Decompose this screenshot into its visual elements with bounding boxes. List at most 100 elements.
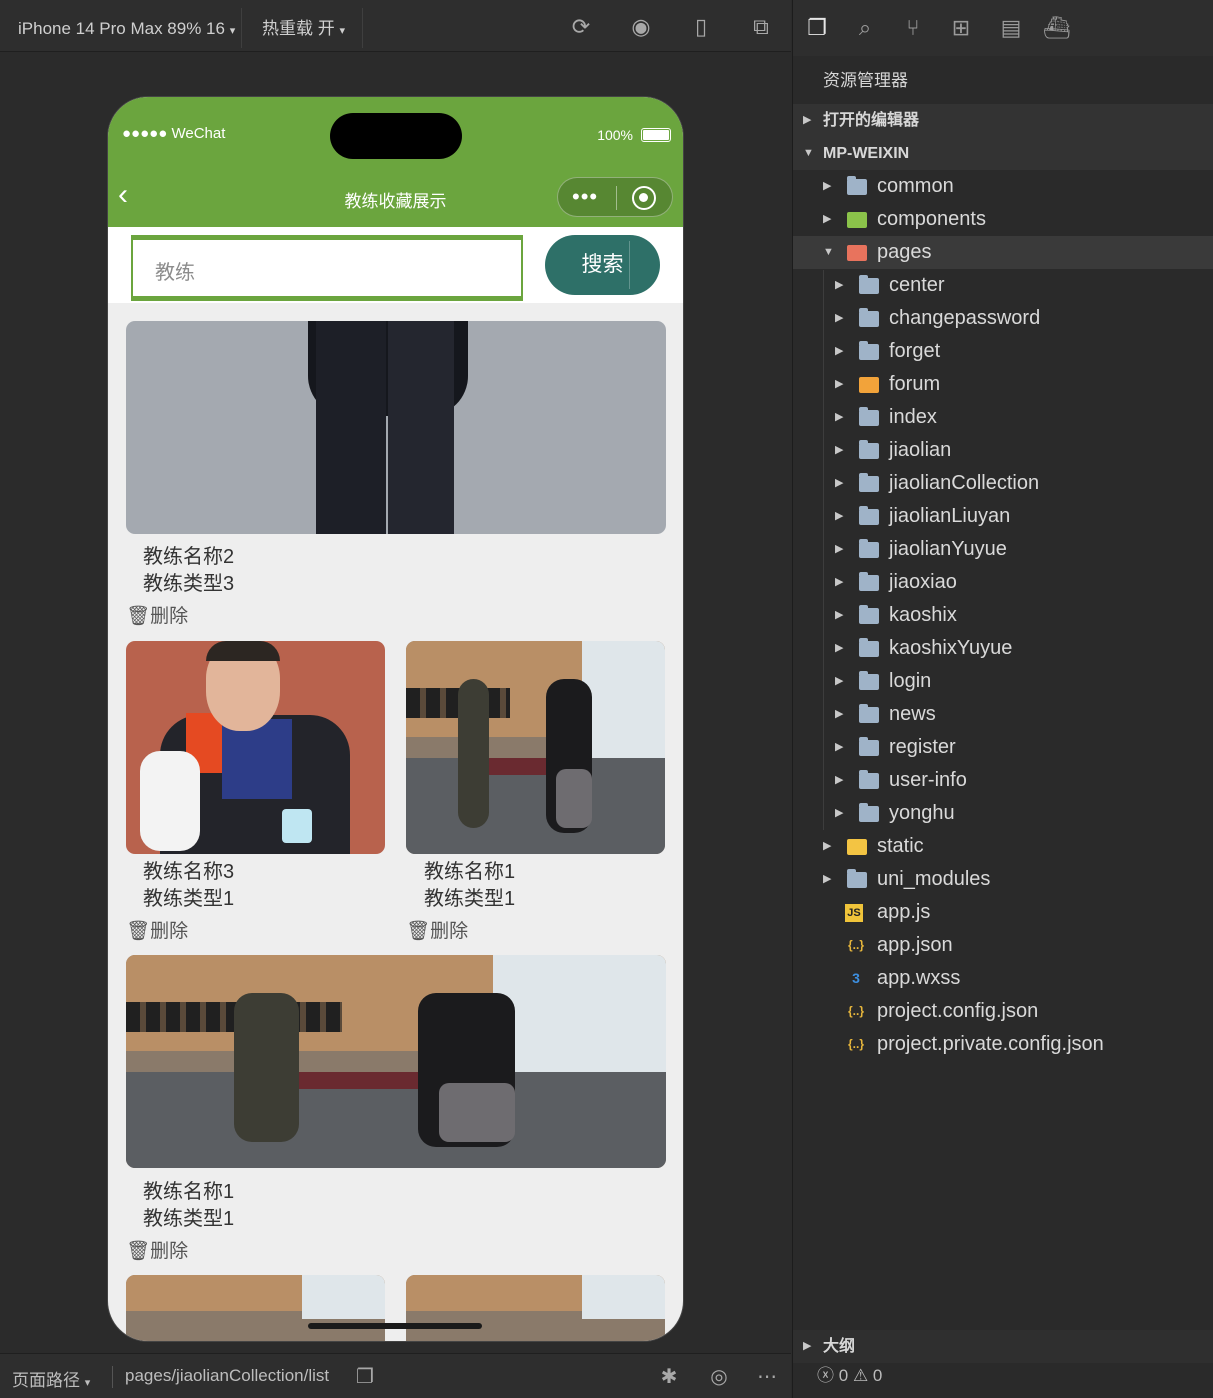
tree-item-label: common [877, 175, 954, 197]
tree-item-app-js[interactable]: JS app.js [793, 896, 1213, 929]
hot-reload-toggle[interactable]: 热重载 开 ▾ [262, 0, 345, 52]
folder-icon [859, 506, 879, 525]
dynamic-island [330, 113, 462, 159]
tree-item-label: uni_modules [877, 868, 991, 890]
more-icon[interactable]: ⋯ [754, 1364, 780, 1390]
storage-icon[interactable]: ▤ [997, 14, 1025, 42]
tree-item-common[interactable]: ▶ common [793, 170, 1213, 203]
card-info: 教练名称2 教练类型3 [143, 544, 234, 598]
section-label: 大纲 [823, 1338, 856, 1355]
json-file-icon: {..} [847, 938, 864, 952]
tree-item-login[interactable]: ▶ login [793, 665, 1213, 698]
tree-item-label: jiaolianYuyue [889, 538, 1007, 560]
debug-icon[interactable]: ✱ [656, 1364, 682, 1390]
tree-item-pages[interactable]: ▼ pages [793, 236, 1213, 269]
tree-item-project-private-config-json[interactable]: {..} project.private.config.json [793, 1028, 1213, 1061]
nav-bar: ‹ 教练收藏展示 ••• [108, 169, 683, 227]
photo-detail [388, 321, 454, 534]
open-editors-section[interactable]: ▶ 打开的编辑器 [793, 104, 1213, 137]
tree-item-label: app.js [877, 901, 931, 923]
folder-icon [859, 539, 879, 558]
window-icon[interactable]: ⧉ [748, 14, 774, 40]
tree-item-index[interactable]: ▶ index [793, 401, 1213, 434]
tree-item-yonghu[interactable]: ▶ yonghu [793, 797, 1213, 830]
coach-photo[interactable] [126, 321, 666, 534]
folder-icon [847, 212, 867, 228]
folder-icon [847, 839, 867, 855]
card-info: 教练名称3 教练类型1 [143, 859, 234, 913]
search-input[interactable]: 教练 [131, 235, 523, 301]
folder-icon [847, 869, 867, 888]
delete-button[interactable]: 🗑删除 [126, 1236, 188, 1263]
photo-detail [140, 751, 200, 851]
folder-icon [859, 737, 879, 756]
tree-item-label: app.wxss [877, 967, 961, 989]
capsule-divider [616, 186, 617, 210]
extensions-icon[interactable]: ⊞ [947, 14, 975, 42]
tree-item-forget[interactable]: ▶ forget [793, 335, 1213, 368]
tree-item-news[interactable]: ▶ news [793, 698, 1213, 731]
tree-item-jiaoliancollection[interactable]: ▶ jiaolianCollection [793, 467, 1213, 500]
problems-status[interactable]: ⓧ 0 ⚠ 0 [793, 1363, 1213, 1398]
toolbar-divider [362, 8, 363, 48]
tree-item-kaoshixyuyue[interactable]: ▶ kaoshixYuyue [793, 632, 1213, 665]
search-button[interactable]: 搜索 [545, 235, 660, 295]
device-label: iPhone 14 Pro Max 89% 16 [18, 19, 225, 38]
page-path-selector[interactable]: 页面路径 ▾ [12, 1366, 90, 1391]
chevron-down-icon: ▾ [339, 25, 345, 37]
coach-photo[interactable] [126, 1275, 385, 1341]
coach-photo[interactable] [126, 955, 666, 1168]
panel-title: 资源管理器 [823, 71, 908, 90]
delete-button[interactable]: 🗑删除 [126, 601, 188, 628]
photo-detail [439, 1082, 515, 1143]
project-section[interactable]: ▼ MP-WEIXIN [793, 137, 1213, 170]
tree-item-forum[interactable]: ▶ forum [793, 368, 1213, 401]
tree-item-kaoshix[interactable]: ▶ kaoshix [793, 599, 1213, 632]
folder-icon [859, 308, 879, 327]
photo-detail [316, 321, 386, 534]
tree-item-label: static [877, 835, 924, 857]
trash-icon: 🗑 [126, 1241, 151, 1262]
tree-item-changepassword[interactable]: ▶ changepassword [793, 302, 1213, 335]
refresh-icon[interactable]: ⟳ [568, 14, 594, 40]
tree-item-label: jiaoxiao [889, 571, 957, 593]
delete-button[interactable]: 🗑删除 [406, 916, 468, 943]
battery-icon [641, 128, 671, 142]
tree-item-jiaolianliuyan[interactable]: ▶ jiaolianLiuyan [793, 500, 1213, 533]
tree-item-app-wxss[interactable]: 3 app.wxss [793, 962, 1213, 995]
search-placeholder: 教练 [155, 262, 195, 284]
source-control-icon[interactable]: ⑂ [899, 14, 927, 42]
tree-item-project-config-json[interactable]: {..} project.config.json [793, 995, 1213, 1028]
tree-item-center[interactable]: ▶ center [793, 269, 1213, 302]
tree-item-app-json[interactable]: {..} app.json [793, 929, 1213, 962]
stop-icon[interactable]: ◉ [628, 14, 654, 40]
js-file-icon: JS [845, 904, 863, 922]
coach-photo[interactable] [406, 1275, 665, 1341]
chevron-right-icon: ▶ [823, 873, 832, 885]
coach-photo[interactable] [406, 641, 665, 854]
tree-item-jiaolian[interactable]: ▶ jiaolian [793, 434, 1213, 467]
delete-button[interactable]: 🗑删除 [126, 916, 188, 943]
close-miniprogram-icon[interactable] [632, 186, 656, 210]
tree-item-jiaoxiao[interactable]: ▶ jiaoxiao [793, 566, 1213, 599]
device-selector[interactable]: iPhone 14 Pro Max 89% 16 ▾ [18, 0, 235, 52]
eye-icon[interactable]: ◎ [706, 1364, 732, 1390]
docker-icon[interactable]: ⛴ [1043, 14, 1071, 42]
outline-section[interactable]: ▶ 大纲 [793, 1330, 1213, 1363]
tree-item-register[interactable]: ▶ register [793, 731, 1213, 764]
files-icon[interactable]: ❐ [803, 14, 831, 42]
more-icon[interactable]: ••• [572, 186, 598, 208]
coach-name: 教练名称1 [143, 1181, 235, 1203]
coach-name: 教练名称1 [424, 861, 516, 883]
tree-item-static[interactable]: ▶ static [793, 830, 1213, 863]
tree-item-jiaolianyuyue[interactable]: ▶ jiaolianYuyue [793, 533, 1213, 566]
phone-icon[interactable]: ▯ [688, 14, 714, 40]
coach-photo[interactable] [126, 641, 385, 854]
search-icon[interactable]: ⌕ [851, 14, 879, 42]
copy-icon[interactable]: ❐ [352, 1364, 378, 1390]
tree-item-uni-modules[interactable]: ▶ uni_modules [793, 863, 1213, 896]
tree-item-label: kaoshixYuyue [889, 637, 1013, 659]
tree-item-user-info[interactable]: ▶ user-info [793, 764, 1213, 797]
tree-item-components[interactable]: ▶ components [793, 203, 1213, 236]
tree-item-label: components [877, 208, 986, 230]
